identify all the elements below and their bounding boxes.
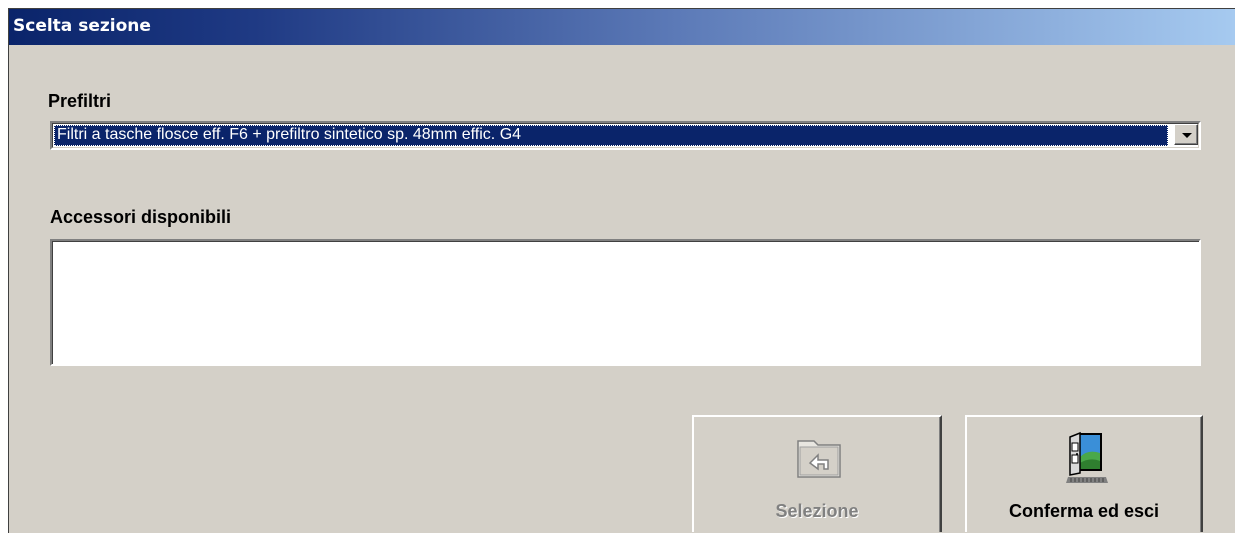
accessori-list[interactable]	[50, 239, 1201, 366]
folder-up-icon	[797, 440, 841, 478]
chevron-down-icon	[1182, 133, 1192, 138]
dialog-window: Scelta sezione Prefiltri Filtri a tasche…	[8, 8, 1235, 533]
prefiltri-dropdown[interactable]: Filtri a tasche flosce eff. F6 + prefilt…	[50, 121, 1201, 150]
selezione-button[interactable]: Selezione	[692, 415, 942, 532]
prefiltri-selected-value[interactable]: Filtri a tasche flosce eff. F6 + prefilt…	[54, 125, 1168, 146]
conferma-ed-esci-label: Conferma ed esci	[1008, 501, 1160, 521]
accessori-label: Accessori disponibili	[50, 207, 232, 227]
prefiltri-label: Prefiltri	[48, 91, 112, 111]
selezione-label: Selezione	[775, 501, 859, 521]
window-title: Scelta sezione	[13, 16, 151, 36]
title-bar[interactable]: Scelta sezione	[9, 9, 1235, 45]
conferma-ed-esci-button[interactable]: Conferma ed esci	[965, 415, 1203, 532]
dropdown-button[interactable]	[1174, 124, 1198, 145]
exit-door-icon	[1066, 431, 1108, 483]
